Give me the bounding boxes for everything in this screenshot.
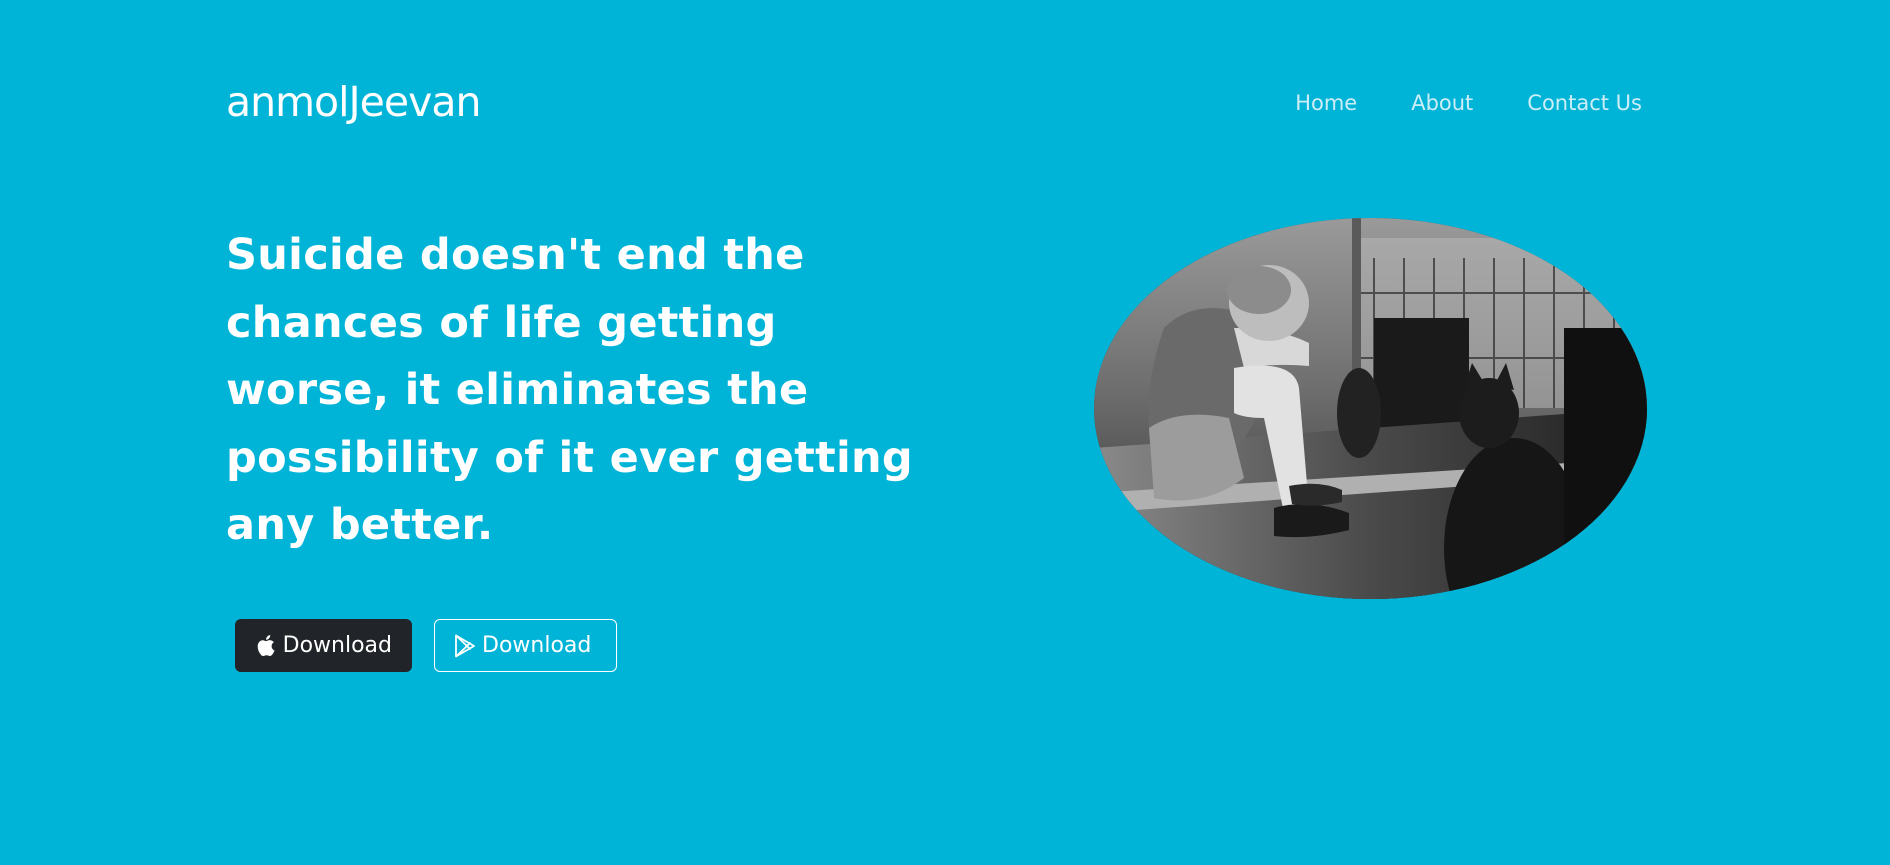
nav-item-about[interactable]: About <box>1411 93 1473 114</box>
brand-logo[interactable]: anmolJeevan <box>226 82 481 123</box>
download-buttons: Download Download <box>235 619 617 672</box>
main-nav: Home About Contact Us <box>1295 93 1642 114</box>
hero-headline: Suicide doesn't end the chances of life … <box>226 230 914 550</box>
play-store-icon <box>454 634 476 658</box>
apple-download-label: Download <box>282 633 392 658</box>
apple-download-button[interactable]: Download <box>235 619 412 672</box>
play-store-download-label: Download <box>482 633 592 658</box>
play-store-download-button[interactable]: Download <box>434 619 617 672</box>
apple-icon <box>255 634 277 658</box>
nav-item-home[interactable]: Home <box>1295 93 1357 114</box>
hero-photo <box>1094 218 1647 599</box>
nav-item-contact-us[interactable]: Contact Us <box>1527 93 1642 114</box>
landing-page: anmolJeevan Home About Contact Us Suicid… <box>0 0 1890 865</box>
